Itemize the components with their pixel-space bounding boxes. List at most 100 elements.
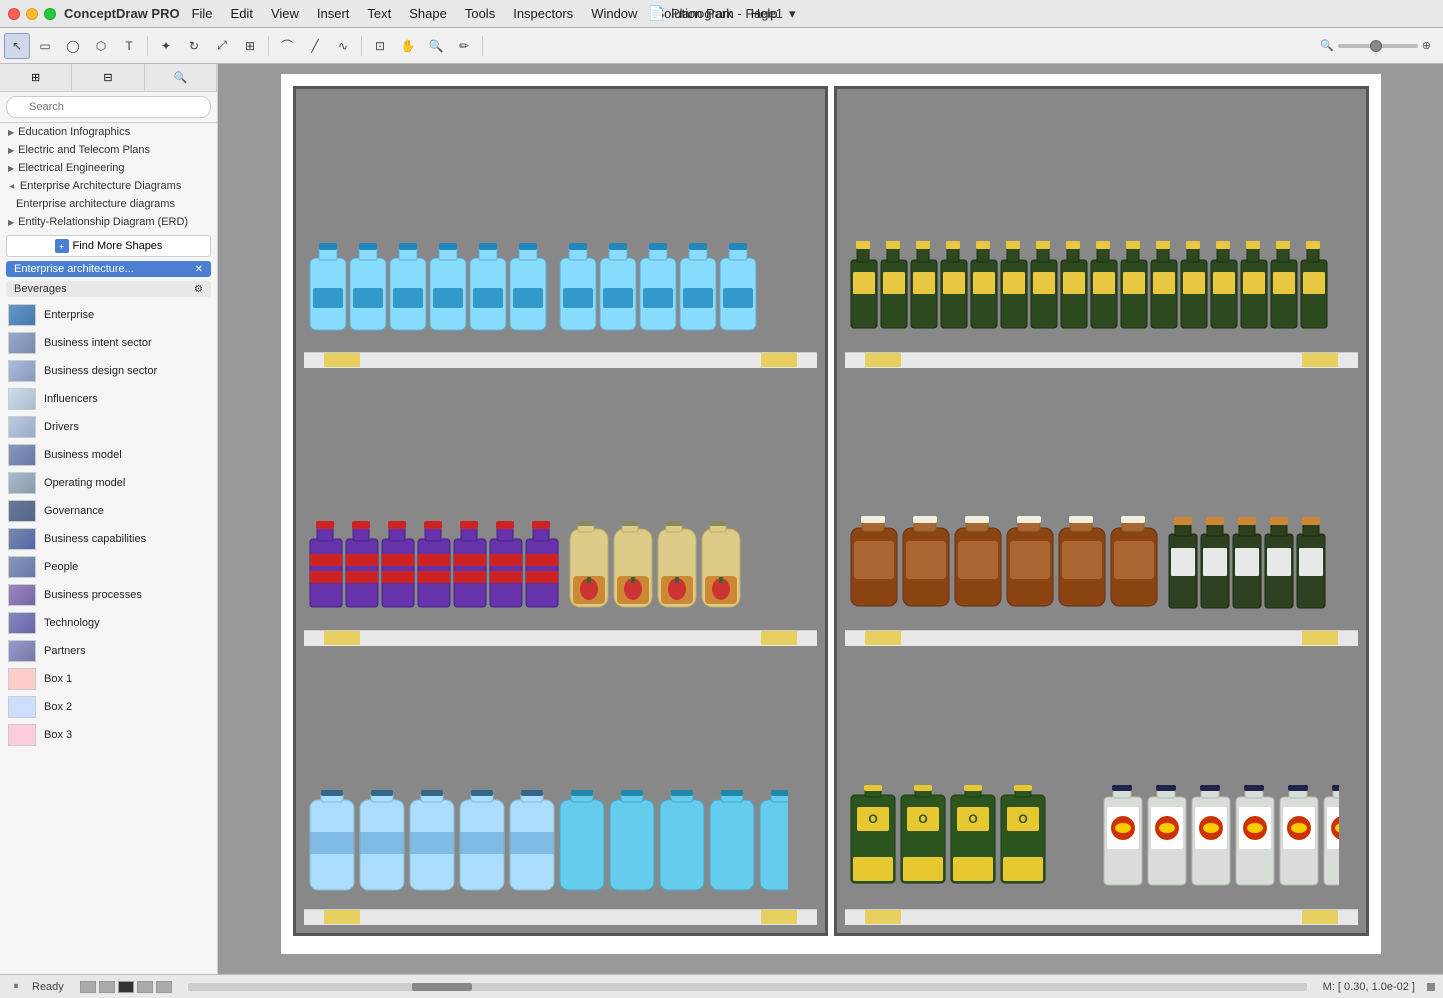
zoom-in-icon[interactable]: ⊕ [1422,39,1431,52]
menu-edit[interactable]: Edit [223,4,261,23]
menu-insert[interactable]: Insert [309,4,358,23]
shape-item-capabilities[interactable]: Business capabilities [0,525,217,553]
canvas-content[interactable]: O [281,74,1381,954]
shelf-right-1 [845,97,1358,368]
shape-tool[interactable]: ⬡ [88,33,114,59]
menu-inspectors[interactable]: Inspectors [505,4,581,23]
shape-item-model[interactable]: Business model [0,441,217,469]
zoom-out-icon[interactable]: 🔍 [1320,39,1334,52]
coordinates: M: [ 0.30, 1.0e-02 ] [1323,981,1415,993]
page-3-indicator[interactable] [118,981,134,993]
shape-label-governance: Governance [44,505,104,517]
resize-tool[interactable]: ⤢ [209,33,235,59]
beverages-tab[interactable]: Beverages ⚙ [6,281,211,297]
shape-item-governance[interactable]: Governance [0,497,217,525]
shape-item-box1[interactable]: Box 1 [0,665,217,693]
resize-corner[interactable] [1427,983,1435,991]
shape-item-enterprise[interactable]: Enterprise [0,301,217,329]
maximize-button[interactable] [44,8,56,20]
zoom-slider[interactable] [1338,44,1418,48]
page-2-indicator[interactable] [99,981,115,993]
toolbar: ↖ ▭ ◯ ⬡ T ✦ ↻ ⤢ ⊞ ⌒ ╱ ∿ ⊡ ✋ 🔍 ✏ 🔍 ⊕ [0,28,1443,64]
rect-tool[interactable]: ▭ [32,33,58,59]
shape-label-influencers: Influencers [44,393,98,405]
group-tool[interactable]: ⊡ [367,33,393,59]
separator-3 [361,36,362,56]
zoom-control[interactable]: 🔍 ⊕ [1320,39,1439,52]
menu-tools[interactable]: Tools [457,4,503,23]
curve-tool[interactable]: ∿ [330,33,356,59]
page-1-indicator[interactable] [80,981,96,993]
shape-label-operating: Operating model [44,477,125,489]
pointer-tool[interactable]: ✦ [153,33,179,59]
sidebar-item-ea-diagrams[interactable]: Enterprise architecture diagrams [0,195,217,213]
price-tag-right [761,631,797,645]
ellipse-tool[interactable]: ◯ [60,33,86,59]
menu-view[interactable]: View [263,4,307,23]
zoom-thumb[interactable] [1370,40,1382,52]
menu-window[interactable]: Window [583,4,645,23]
text-tool[interactable]: T [116,33,142,59]
shape-item-people[interactable]: People [0,553,217,581]
shape-thumb-tech [8,612,36,634]
find-more-shapes-button[interactable]: + Find More Shapes [6,235,211,257]
minimize-button[interactable] [26,8,38,20]
price-tag-right [1302,631,1338,645]
pause-button[interactable]: ⏸ [8,979,24,995]
line-tool[interactable]: ╱ [302,33,328,59]
shelf-left-2 [304,376,817,647]
shape-item-drivers[interactable]: Drivers [0,413,217,441]
shelf-board [304,630,817,646]
shape-item-intent[interactable]: Business intent sector [0,329,217,357]
shelf-board [845,909,1358,925]
shape-item-influencers[interactable]: Influencers [0,385,217,413]
price-tag-left [865,631,901,645]
shape-item-box2[interactable]: Box 2 [0,693,217,721]
shape-label-drivers: Drivers [44,421,79,433]
shape-thumb-partners [8,640,36,662]
canvas-area[interactable]: O [218,64,1443,974]
connect-tool[interactable]: ⌒ [274,33,300,59]
close-button[interactable] [8,8,20,20]
scroll-thumb[interactable] [412,983,472,991]
search-input[interactable] [6,96,211,118]
zoom-tool[interactable]: 🔍 [423,33,449,59]
hand-tool[interactable]: ✋ [395,33,421,59]
sidebar-tab-shapes[interactable]: ⊞ [0,64,72,91]
shape-item-design[interactable]: Business design sector [0,357,217,385]
shelf-left-3-bottles [308,790,788,905]
sidebar-tab-search[interactable]: 🔍 [145,64,217,91]
window-controls[interactable] [8,8,56,20]
shape-item-processes[interactable]: Business processes [0,581,217,609]
shape-thumb-box1 [8,668,36,690]
separator-2 [268,36,269,56]
pen-tool[interactable]: ✏ [451,33,477,59]
sidebar-section-education[interactable]: ▶ Education Infographics [0,123,217,141]
enterprise-arch-tab[interactable]: Enterprise architecture... ✕ [6,261,211,277]
page-4-indicator[interactable] [137,981,153,993]
main-layout: ⊞ ⊟ 🔍 🔍 ▶ Education Infographics ▶ Elect… [0,64,1443,974]
shape-item-box3[interactable]: Box 3 [0,721,217,749]
shape-item-tech[interactable]: Technology [0,609,217,637]
align-tool[interactable]: ⊞ [237,33,263,59]
menu-file[interactable]: File [184,4,221,23]
sidebar-section-electric[interactable]: ▶ Electric and Telecom Plans [0,141,217,159]
close-tab-icon[interactable]: ✕ [195,264,203,275]
sidebar-section-erd[interactable]: ▶ Entity-Relationship Diagram (ERD) [0,213,217,231]
price-tag-right [1302,910,1338,924]
sidebar-tab-grid[interactable]: ⊟ [72,64,144,91]
sidebar-section-electrical[interactable]: ▶ Electrical Engineering [0,159,217,177]
price-tag-right [761,353,797,367]
page-5-indicator[interactable] [156,981,172,993]
right-shelf-unit: O [834,86,1369,936]
shape-item-partners[interactable]: Partners [0,637,217,665]
horizontal-scrollbar[interactable] [188,983,1307,991]
shape-item-operating[interactable]: Operating model [0,469,217,497]
menu-text[interactable]: Text [359,4,399,23]
menu-shape[interactable]: Shape [401,4,455,23]
item-label: Enterprise architecture diagrams [16,198,175,210]
sidebar-section-enterprise-arch[interactable]: ▼ Enterprise Architecture Diagrams [0,177,217,195]
rotate-tool[interactable]: ↻ [181,33,207,59]
select-tool[interactable]: ↖ [4,33,30,59]
settings-tab-icon[interactable]: ⚙ [194,284,203,295]
